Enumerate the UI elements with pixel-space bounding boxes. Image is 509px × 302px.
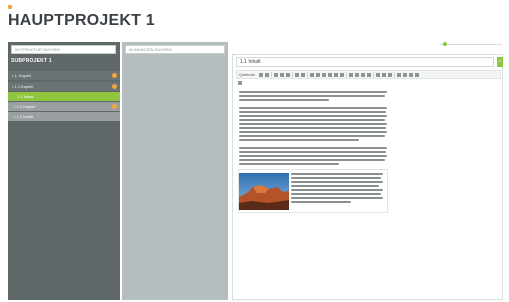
text-line xyxy=(291,185,379,187)
copy-icon[interactable] xyxy=(279,72,284,77)
tree-item-label: • 1.2 Kapitel xyxy=(14,104,36,109)
structure-search-input[interactable]: IN STRUKTUR SUCHEN xyxy=(11,45,116,54)
text-line xyxy=(239,135,385,137)
text-line xyxy=(239,91,387,93)
text-line xyxy=(239,139,359,141)
toolbar-divider xyxy=(372,72,374,77)
text-line xyxy=(291,177,381,179)
subproject-title: SUBPROJEKT 1 xyxy=(11,58,52,64)
italic-icon[interactable] xyxy=(315,72,320,77)
status-badge xyxy=(112,84,117,89)
text-line xyxy=(239,95,385,97)
text-line xyxy=(239,111,386,113)
text-line xyxy=(239,127,386,129)
save-icon[interactable] xyxy=(258,72,263,77)
paste-icon[interactable] xyxy=(285,72,290,77)
tree-item-inhalt-selected[interactable]: 1.1 Inhalt xyxy=(8,92,120,101)
text-line xyxy=(291,197,383,199)
image-caption-text xyxy=(291,173,385,205)
help-icon[interactable] xyxy=(238,81,242,85)
logo-mark xyxy=(8,5,12,9)
text-line xyxy=(291,173,383,175)
toolbar-divider xyxy=(291,72,293,77)
text-line xyxy=(239,147,387,149)
text-line xyxy=(291,201,351,203)
maximize-icon[interactable] xyxy=(414,72,419,77)
table-icon[interactable] xyxy=(402,72,407,77)
text-line xyxy=(239,151,386,153)
content-panel: IN INHALTEN SUCHEN xyxy=(122,42,228,300)
text-line xyxy=(239,99,329,101)
text-line xyxy=(291,193,381,195)
bold-icon[interactable] xyxy=(309,72,314,77)
cut-icon[interactable] xyxy=(273,72,278,77)
editor-toolbar: Quellcode xyxy=(236,70,501,79)
text-line xyxy=(239,155,387,157)
strikethrough-icon[interactable] xyxy=(327,72,332,77)
text-line xyxy=(239,119,385,121)
page-title: HAUPTPROJEKT 1 xyxy=(8,12,155,29)
toolbar-divider xyxy=(393,72,395,77)
tree-item-kapitel-1-2[interactable]: • 1.2 Kapitel xyxy=(8,102,120,111)
subscript-icon[interactable] xyxy=(333,72,338,77)
confirm-button[interactable]: ✓ xyxy=(497,57,503,67)
image-icon[interactable] xyxy=(396,72,401,77)
tree-item-kapitel-1[interactable]: • 1. Kapitel xyxy=(8,71,120,80)
content-editor: 1.1 Inhalt ✓ Quellcode xyxy=(232,54,503,300)
content-title-input[interactable]: 1.1 Inhalt xyxy=(236,57,494,67)
source-button[interactable]: Quellcode xyxy=(239,73,255,77)
unlink-icon[interactable] xyxy=(381,72,386,77)
anchor-icon[interactable] xyxy=(387,72,392,77)
text-line xyxy=(239,123,387,125)
text-line xyxy=(239,115,387,117)
tree-item-label: • 1. Kapitel xyxy=(12,73,32,78)
bullet-list-icon[interactable] xyxy=(354,72,359,77)
undo-icon[interactable] xyxy=(294,72,299,77)
structure-panel: IN STRUKTUR SUCHEN SUBPROJEKT 1 • 1. Kap… xyxy=(8,42,120,300)
outdent-icon[interactable] xyxy=(360,72,365,77)
zoom-slider-track[interactable] xyxy=(440,44,502,45)
tree-item-label: • 1.1 Kapitel xyxy=(12,84,34,89)
special-char-icon[interactable] xyxy=(408,72,413,77)
tree-item-label: • 1.3 Inhalt xyxy=(14,114,33,119)
toolbar-divider xyxy=(270,72,272,77)
status-badge xyxy=(112,104,117,109)
superscript-icon[interactable] xyxy=(339,72,344,77)
status-badge xyxy=(112,73,117,78)
text-line xyxy=(291,189,383,191)
numbered-list-icon[interactable] xyxy=(348,72,353,77)
text-line xyxy=(239,107,387,109)
toolbar-divider xyxy=(345,72,347,77)
toolbar-divider xyxy=(306,72,308,77)
text-line xyxy=(239,163,339,165)
content-search-input[interactable]: IN INHALTEN SUCHEN xyxy=(125,45,225,54)
landscape-image[interactable] xyxy=(239,173,289,210)
tree-item-label: 1.1 Inhalt xyxy=(17,94,34,99)
tree-item-kapitel-1-1[interactable]: • 1.1 Kapitel xyxy=(8,82,120,91)
indent-icon[interactable] xyxy=(366,72,371,77)
underline-icon[interactable] xyxy=(321,72,326,77)
zoom-slider-thumb[interactable] xyxy=(443,42,447,46)
text-line xyxy=(239,159,385,161)
tree-item-inhalt-1-3[interactable]: • 1.3 Inhalt xyxy=(8,112,120,121)
text-line xyxy=(291,181,383,183)
preview-icon[interactable] xyxy=(264,72,269,77)
editor-toolbar-row-2 xyxy=(236,80,244,86)
document-body[interactable] xyxy=(239,91,389,167)
text-line xyxy=(239,131,387,133)
link-icon[interactable] xyxy=(375,72,380,77)
redo-icon[interactable] xyxy=(300,72,305,77)
